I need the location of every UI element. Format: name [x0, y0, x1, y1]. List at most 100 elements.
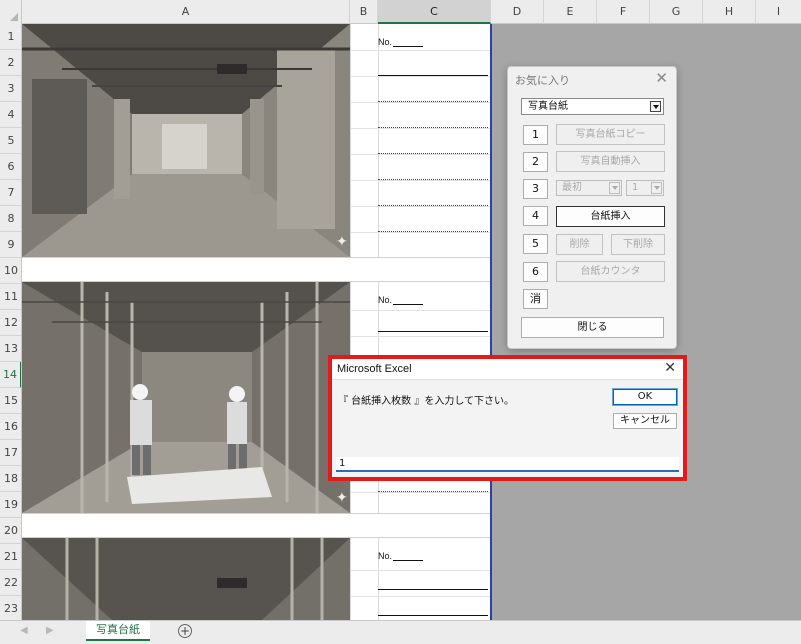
separator-row-10 [22, 257, 490, 282]
construction-photo-2[interactable]: ✦ [22, 282, 350, 513]
grid-row-line [350, 50, 490, 51]
row-header-bar: 1 2 3 4 5 6 7 8 9 10 11 12 13 14 15 16 1… [0, 24, 22, 620]
no-underline [393, 298, 424, 305]
row-header-2[interactable]: 2 [0, 50, 21, 76]
row-header-13[interactable]: 13 [0, 336, 21, 362]
column-header-a[interactable]: A [22, 0, 350, 24]
ok-button[interactable]: OK [612, 388, 678, 406]
svg-text:✦: ✦ [336, 490, 348, 506]
caption-line [378, 331, 488, 332]
no-underline [393, 554, 424, 561]
grid-row-line [350, 232, 490, 233]
step-4-button[interactable]: 4 [523, 206, 548, 226]
grid-row-line [350, 310, 490, 311]
row-header-20[interactable]: 20 [0, 518, 21, 544]
close-panel-button[interactable]: 閉じる [521, 317, 664, 338]
caption-line [378, 615, 488, 616]
no-text: No. [378, 551, 393, 561]
insert-sheet-button[interactable]: 台紙挿入 [556, 206, 665, 227]
count-select[interactable]: 1 [626, 180, 664, 196]
column-header-bar: A B C D E F G H I [0, 0, 801, 24]
column-header-b[interactable]: B [350, 0, 378, 24]
copy-photo-sheet-button[interactable]: 写真台紙コピー [556, 124, 665, 145]
row-header-10[interactable]: 10 [0, 258, 21, 284]
column-header-c[interactable]: C [378, 0, 491, 24]
row-header-8[interactable]: 8 [0, 206, 21, 232]
step-2-button[interactable]: 2 [523, 152, 548, 172]
row-header-6[interactable]: 6 [0, 154, 21, 180]
input-dialog: Microsoft Excel ✕ 『 台紙挿入枚数 』を入力して下さい。 OK… [332, 359, 683, 477]
delete-button[interactable]: 削除 [556, 234, 603, 255]
row-header-14[interactable]: 14 [0, 362, 21, 388]
row-header-7[interactable]: 7 [0, 180, 21, 206]
start-position-select[interactable]: 最初 [556, 180, 622, 196]
grid-row-line [350, 206, 490, 207]
row-header-12[interactable]: 12 [0, 310, 21, 336]
separator-row-20 [22, 513, 490, 538]
caption-line [378, 589, 488, 590]
worksheet-grid[interactable]: ✦ ✦ No. No. No. [22, 24, 801, 620]
step-1-button[interactable]: 1 [523, 125, 548, 145]
construction-photo-1[interactable]: ✦ [22, 24, 350, 257]
sheet-tab-photo-sheet[interactable]: 写真台紙 [86, 621, 150, 641]
step-5-button[interactable]: 5 [523, 234, 548, 254]
template-select-value: 写真台紙 [528, 101, 568, 112]
delete-below-button[interactable]: 下削除 [611, 234, 665, 255]
row-header-15[interactable]: 15 [0, 388, 21, 414]
grid-row-line [350, 128, 490, 129]
row-header-1[interactable]: 1 [0, 24, 21, 50]
dialog-title: Microsoft Excel [337, 363, 412, 375]
column-header-e[interactable]: E [544, 0, 597, 24]
row-header-19[interactable]: 19 [0, 492, 21, 518]
column-header-d[interactable]: D [491, 0, 544, 24]
erase-button[interactable]: 消 [523, 289, 548, 309]
grid-row-line [350, 76, 490, 77]
sheet-counter-button[interactable]: 台紙カウンタ [556, 261, 665, 282]
row-header-9[interactable]: 9 [0, 232, 21, 258]
chevron-down-icon[interactable] [609, 182, 620, 194]
row-header-3[interactable]: 3 [0, 76, 21, 102]
caption-dotted-line [378, 205, 488, 206]
cancel-button[interactable]: キャンセル [613, 413, 677, 429]
step-6-button[interactable]: 6 [523, 262, 548, 282]
sheet-tab-bar: ◀ ▶ 写真台紙 + [0, 620, 801, 644]
grid-row-line [350, 102, 490, 103]
row-header-21[interactable]: 21 [0, 544, 21, 570]
row-header-23[interactable]: 23 [0, 596, 21, 620]
row-header-16[interactable]: 16 [0, 414, 21, 440]
close-icon[interactable]: ✕ [664, 360, 676, 376]
grid-row-line [350, 336, 490, 337]
photo-number-label-3: No. [378, 551, 424, 561]
row-header-22[interactable]: 22 [0, 570, 21, 596]
row-header-17[interactable]: 17 [0, 440, 21, 466]
step-3-button[interactable]: 3 [523, 179, 548, 199]
close-icon[interactable]: ✕ [655, 69, 668, 87]
chevron-down-icon[interactable] [650, 101, 661, 112]
construction-photo-3[interactable] [22, 538, 350, 620]
row-header-18[interactable]: 18 [0, 466, 21, 492]
prev-sheet-icon[interactable]: ◀ [20, 625, 28, 636]
caption-dotted-line [378, 127, 488, 128]
count-value: 1 [632, 182, 639, 193]
grid-row-line [350, 570, 490, 571]
column-header-g[interactable]: G [650, 0, 703, 24]
photo-number-label-1: No. [378, 37, 424, 47]
sheet-count-input[interactable]: 1 [336, 457, 679, 472]
next-sheet-icon[interactable]: ▶ [46, 625, 54, 636]
chevron-down-icon[interactable] [651, 182, 662, 194]
start-position-value: 最初 [562, 182, 582, 193]
template-select[interactable]: 写真台紙 [521, 98, 664, 115]
auto-insert-photo-button[interactable]: 写真自動挿入 [556, 151, 665, 172]
grid-row-line [350, 492, 490, 493]
column-header-f[interactable]: F [597, 0, 650, 24]
select-all-corner[interactable] [0, 0, 22, 24]
no-text: No. [378, 37, 393, 47]
row-header-4[interactable]: 4 [0, 102, 21, 128]
column-header-h[interactable]: H [703, 0, 756, 24]
caption-dotted-line [378, 231, 488, 232]
grid-row-line [350, 596, 490, 597]
row-header-11[interactable]: 11 [0, 284, 21, 310]
column-header-i[interactable]: I [756, 0, 801, 24]
row-header-5[interactable]: 5 [0, 128, 21, 154]
add-sheet-icon[interactable]: + [178, 624, 192, 638]
